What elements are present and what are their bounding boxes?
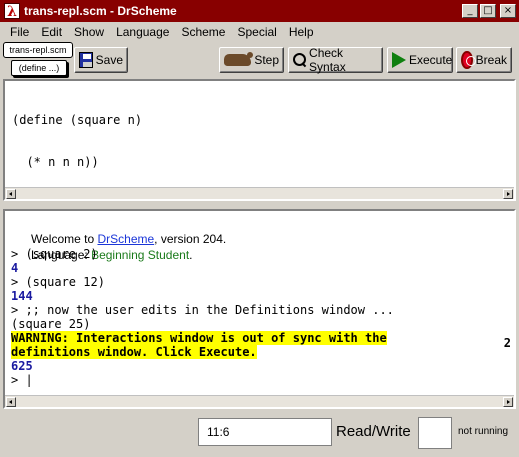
repl-comment-line: > ;; now the user edits in the Definitio… — [11, 303, 394, 317]
check-syntax-button[interactable]: Check Syntax — [288, 46, 383, 74]
floppy-disk-icon — [79, 52, 93, 68]
scroll-left-arrow-icon[interactable] — [6, 189, 16, 199]
step-button[interactable]: Step — [219, 47, 284, 73]
welcome-line: Welcome to DrScheme, version 204. — [11, 215, 500, 246]
repl-input-line: > (square 2) — [11, 247, 98, 261]
welcome-suffix: , version 204. — [154, 232, 227, 246]
define-popup-menu[interactable]: (define ...) — [11, 60, 67, 76]
play-arrow-icon — [392, 52, 406, 68]
title-bar: λ trans-repl.scm - DrScheme _ □ × — [0, 0, 519, 22]
code-line: (define (square n) — [12, 113, 143, 127]
minimize-button[interactable]: _ — [462, 4, 478, 18]
scroll-right-arrow-icon[interactable] — [503, 397, 513, 407]
repl-prompt[interactable]: > | — [11, 373, 500, 387]
interactions-horizontal-scrollbar[interactable] — [5, 395, 514, 407]
out-of-sync-warning: WARNING: Interactions window is out of s… — [11, 331, 387, 345]
interactions-window[interactable]: Welcome to DrScheme, version 204. Langua… — [3, 209, 516, 409]
menu-help[interactable]: Help — [283, 25, 320, 39]
repl-input-line: > (square 12) — [11, 275, 105, 289]
warning-line: definitions window. Click Execute. — [11, 345, 500, 359]
line-wrap-marker: 2 — [503, 336, 511, 350]
magnifier-icon — [293, 53, 307, 67]
welcome-prefix: Welcome to — [31, 232, 98, 246]
cursor-position: 11:6 — [198, 418, 332, 446]
menu-show[interactable]: Show — [68, 25, 110, 39]
status-bar: 11:6 Read/Write not running — [0, 412, 519, 457]
running-status: not running — [458, 426, 509, 437]
break-button[interactable]: Break — [456, 47, 512, 73]
read-write-mode[interactable]: Read/Write — [336, 418, 411, 446]
footprint-icon — [224, 52, 254, 66]
window-title: trans-repl.scm - DrScheme — [24, 4, 177, 18]
out-of-sync-warning-cont: definitions window. Click Execute. — [11, 345, 257, 359]
menu-file[interactable]: File — [4, 25, 35, 39]
close-button[interactable]: × — [500, 4, 516, 18]
execute-button[interactable]: Execute — [387, 47, 453, 73]
maximize-button[interactable]: □ — [480, 4, 496, 18]
break-label: Break — [475, 53, 507, 67]
language-suffix: . — [189, 248, 193, 262]
repl-result: 4 — [11, 261, 19, 275]
running-indicator-box — [418, 417, 452, 449]
step-label: Step — [254, 53, 279, 67]
code-line: (* n n n)) — [12, 155, 99, 169]
save-label: Save — [95, 53, 123, 67]
stop-sign-icon — [461, 51, 476, 69]
definitions-code[interactable]: (define (square n) (* n n n)) — [12, 85, 142, 197]
save-button[interactable]: Save — [74, 47, 128, 73]
repl-input-line: (square 25) — [11, 317, 91, 331]
menu-special[interactable]: Special — [231, 25, 282, 39]
menu-edit[interactable]: Edit — [35, 25, 68, 39]
definitions-window[interactable]: (define (square n) (* n n n)) — [3, 79, 516, 201]
repl-result: 625 — [11, 359, 33, 373]
scroll-right-arrow-icon[interactable] — [503, 189, 513, 199]
menu-bar: File Edit Show Language Scheme Special H… — [0, 22, 519, 42]
menu-scheme[interactable]: Scheme — [175, 25, 231, 39]
execute-label: Execute — [409, 53, 453, 67]
drscheme-link[interactable]: DrScheme — [97, 232, 154, 246]
interactions-content[interactable]: Welcome to DrScheme, version 204. Langua… — [11, 215, 500, 387]
warning-line: WARNING: Interactions window is out of s… — [11, 331, 500, 345]
repl-result: 144 — [11, 289, 33, 303]
check-syntax-label: Check Syntax — [309, 46, 346, 74]
file-name-tab[interactable]: trans-repl.scm — [3, 42, 73, 58]
menu-language[interactable]: Language — [110, 25, 175, 39]
scroll-left-arrow-icon[interactable] — [6, 397, 16, 407]
drscheme-lambda-icon[interactable]: λ — [4, 3, 20, 20]
toolbar: trans-repl.scm (define ...) Save Step Ch… — [0, 42, 519, 78]
definitions-horizontal-scrollbar[interactable] — [5, 187, 514, 199]
language-name: Beginning Student — [91, 248, 190, 262]
